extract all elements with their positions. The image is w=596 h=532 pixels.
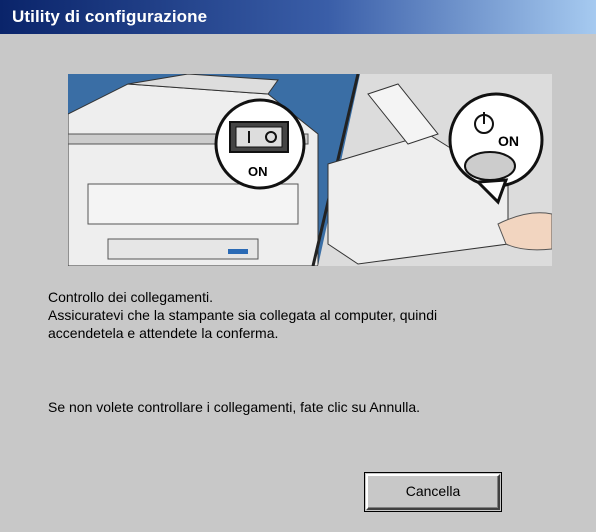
- cancel-button[interactable]: Cancella: [366, 474, 500, 510]
- printer-label-blue: [228, 249, 248, 254]
- setup-utility-dialog: Utility di configurazione ON ON Controll…: [0, 0, 596, 532]
- power-button-icon: [464, 151, 516, 181]
- message-line-4: Se non volete controllare i collegamenti…: [48, 399, 420, 415]
- printer-power-illustration: ON ON: [68, 74, 552, 266]
- title-bar[interactable]: Utility di configurazione: [0, 0, 596, 34]
- printer-panel: [87, 183, 299, 225]
- window-title: Utility di configurazione: [12, 7, 208, 26]
- power-on-label: ON: [498, 133, 519, 149]
- message-line-3: accendetela e attendete la conferma.: [48, 325, 279, 341]
- switch-on-label: ON: [248, 164, 268, 179]
- message-line-1: Controllo dei collegamenti.: [48, 289, 213, 305]
- message-line-2: Assicuratevi che la stampante sia colleg…: [48, 307, 438, 323]
- printer-illustration-svg: ON ON: [68, 74, 552, 266]
